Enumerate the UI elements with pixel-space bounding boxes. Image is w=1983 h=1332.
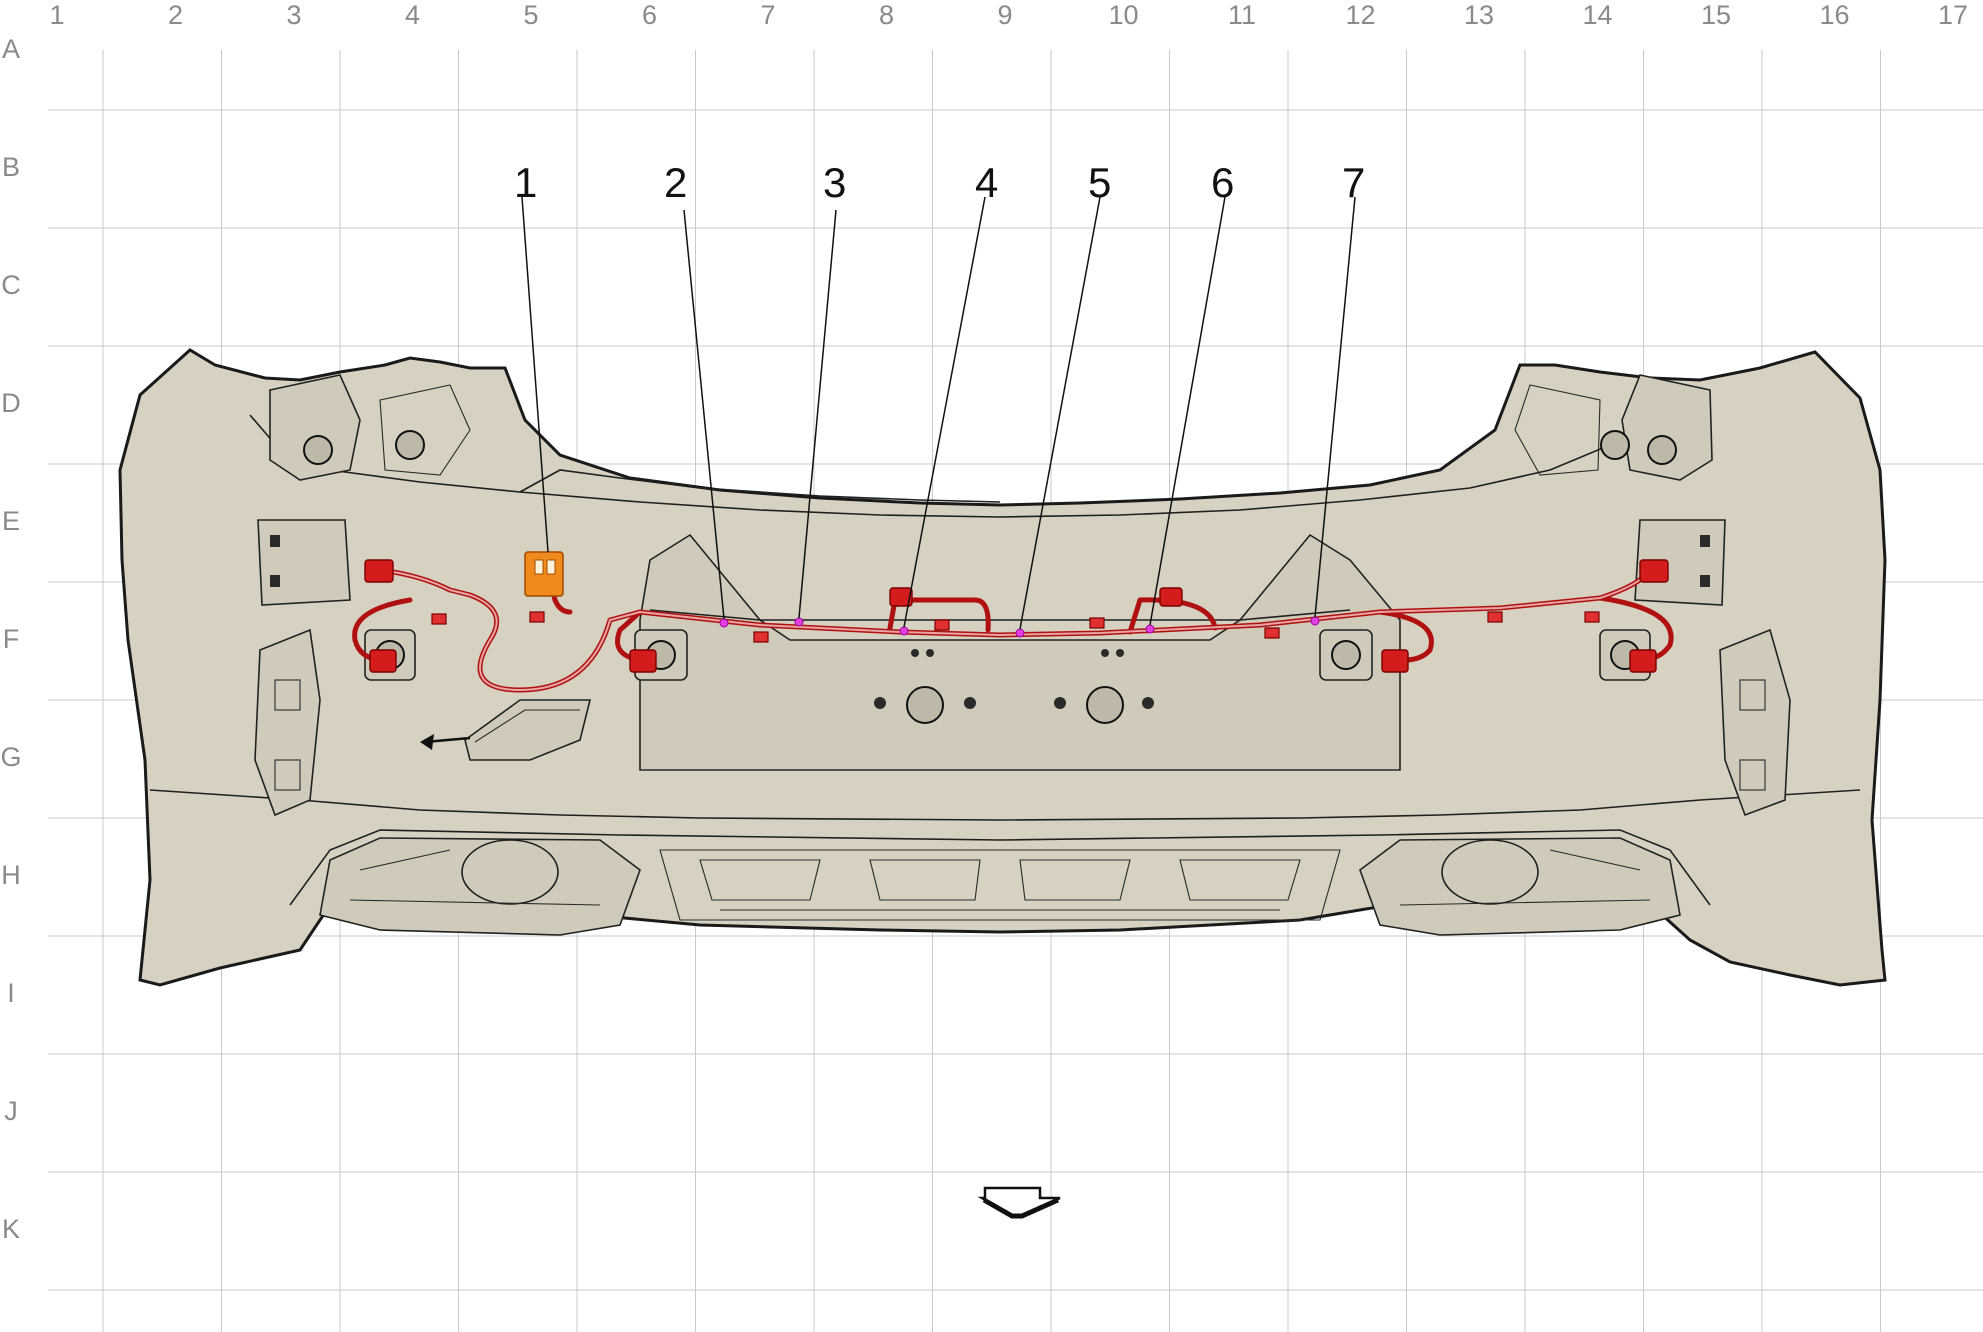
grid-column-label: 3: [286, 0, 301, 30]
grid-column-label: 8: [879, 0, 894, 30]
grid-column-label: 1: [49, 0, 64, 30]
reflector-housing-left: [254, 628, 321, 817]
grid-row-label: A: [2, 34, 20, 64]
grid-row-label: B: [2, 152, 20, 182]
grid-column-label: 2: [168, 0, 183, 30]
callout-3: 3: [823, 159, 846, 206]
connector-sensor-inner-right: [1381, 649, 1409, 673]
grid-row-label: K: [2, 1214, 20, 1244]
callout-7: 7: [1342, 159, 1365, 206]
connector-lamp-left: [364, 559, 394, 583]
grid-column-label: 4: [405, 0, 420, 30]
exhaust-opening-left: [319, 837, 641, 936]
callout-1: 1: [514, 159, 537, 206]
connector-lamp-right: [1639, 559, 1669, 583]
down-arrow-icon: [977, 1186, 1061, 1219]
lamp-pocket-left: [257, 519, 351, 606]
exhaust-opening-right: [1359, 837, 1681, 936]
grid-column-label: 12: [1345, 0, 1375, 30]
connector-sensor-outer-right: [1629, 649, 1657, 673]
grid-column-label: 15: [1701, 0, 1731, 30]
callout-2: 2: [664, 159, 687, 206]
grid-row-label: I: [7, 978, 15, 1008]
grid-column-label: 14: [1582, 0, 1612, 30]
parking-aid-module: [524, 551, 564, 597]
grid-row-label: F: [3, 624, 20, 654]
bumper-harness-diagram: 1234567891011121314151617ABCDEFGHIJKL: [0, 0, 1983, 1332]
grid-row-label: C: [1, 270, 21, 300]
grid-column-label: 6: [642, 0, 657, 30]
grid-row-label: D: [1, 388, 21, 418]
grid-column-label: 16: [1819, 0, 1849, 30]
grid-row-label: H: [1, 860, 21, 890]
callout-4: 4: [975, 159, 998, 206]
grid-row-label: E: [2, 506, 20, 536]
grid-column-label: 7: [760, 0, 775, 30]
connector-plate-lamp-right: [1159, 587, 1183, 607]
grid-column-label: 5: [523, 0, 538, 30]
grid-row-label: J: [4, 1096, 18, 1126]
grid-column-label: 13: [1464, 0, 1494, 30]
connector-sensor-outer-left: [369, 649, 397, 673]
callout-numbers: 1 2 3 4 5 6 7: [514, 159, 1365, 206]
callout-6: 6: [1211, 159, 1234, 206]
grid-row-label: G: [0, 742, 21, 772]
grid-column-label: 11: [1228, 0, 1256, 30]
grid-column-label: 10: [1108, 0, 1138, 30]
grid-column-label: 17: [1938, 0, 1968, 30]
connector-sensor-inner-left: [629, 649, 657, 673]
sensor-mount-inner-right: [1319, 629, 1373, 681]
callout-5: 5: [1088, 159, 1111, 206]
grid-column-label: 9: [997, 0, 1012, 30]
